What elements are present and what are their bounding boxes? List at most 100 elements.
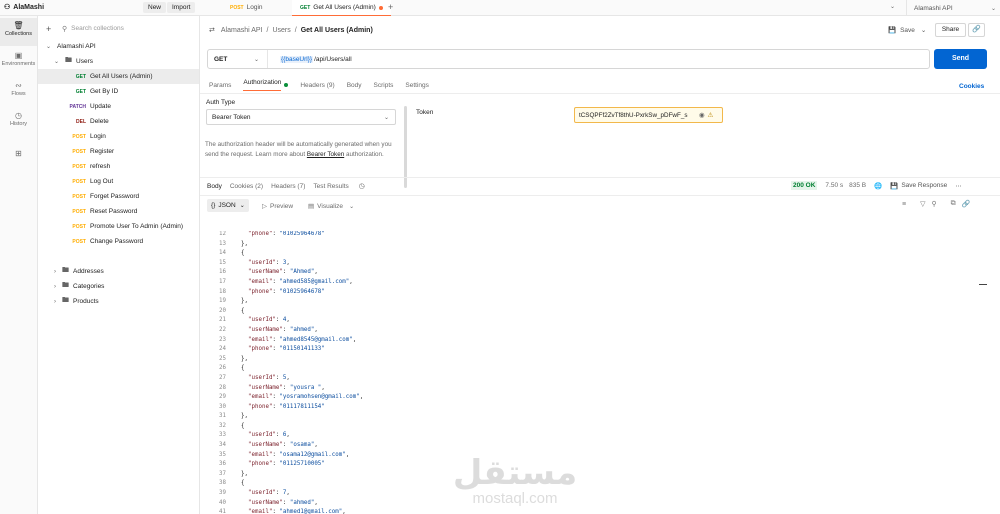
link-icon[interactable]: 🔗 bbox=[962, 200, 971, 208]
collection-alamashi-api[interactable]: ⌄ Alamashi API bbox=[38, 39, 199, 54]
history-icon[interactable]: ◷ bbox=[359, 182, 365, 190]
new-button[interactable]: New bbox=[143, 2, 167, 13]
request-item[interactable]: POST Register bbox=[38, 144, 199, 159]
preview-button[interactable]: ▷ Preview bbox=[262, 202, 293, 211]
bearer-token-link[interactable]: Bearer Token bbox=[307, 151, 344, 158]
code-token: , bbox=[314, 326, 318, 333]
request-label: Get All Users (Admin) bbox=[90, 73, 153, 80]
copy-icon[interactable]: ⧉ bbox=[951, 200, 956, 208]
tabs-dropdown-chevron-icon[interactable]: ⌄ bbox=[890, 3, 895, 10]
breadcrumb-collection[interactable]: Alamashi API bbox=[221, 27, 263, 34]
tab-params[interactable]: Params bbox=[209, 82, 231, 89]
share-button[interactable]: Share bbox=[935, 23, 966, 37]
tab-login[interactable]: POST Login bbox=[222, 0, 271, 16]
rail-history[interactable]: ◷ History bbox=[0, 108, 37, 136]
response-time[interactable]: 7.50 s bbox=[825, 182, 843, 189]
save-button[interactable]: 💾 Save ⌄ bbox=[888, 26, 926, 35]
response-tools: ≡ ▽ ⚲ ⧉ 🔗 bbox=[902, 200, 970, 208]
code-token: }, bbox=[241, 355, 248, 362]
more-icon[interactable]: ⋯ bbox=[955, 182, 962, 190]
environment-label: Alamashi API bbox=[914, 4, 953, 12]
request-item[interactable]: POST refresh bbox=[38, 159, 199, 174]
filter-icon[interactable]: ▽ bbox=[920, 200, 925, 208]
tab-get-all-users[interactable]: GET Get All Users (Admin) bbox=[292, 0, 391, 16]
method-label: GET bbox=[214, 55, 228, 63]
workspace-switcher[interactable]: ⚇ AlaMashi bbox=[4, 3, 44, 12]
request-item[interactable]: POST Change Password bbox=[38, 234, 199, 249]
new-tab-plus-icon[interactable]: + bbox=[388, 2, 393, 12]
scrollbar[interactable] bbox=[404, 106, 407, 188]
import-button[interactable]: Import bbox=[167, 2, 196, 13]
save-response-button[interactable]: 💾 Save Response bbox=[890, 182, 947, 190]
request-item[interactable]: POST Log Out bbox=[38, 174, 199, 189]
line-number: 33 bbox=[219, 432, 226, 439]
folder-products[interactable]: › 🖿 Products bbox=[38, 294, 199, 309]
folder-icon: 🖿 bbox=[62, 297, 69, 304]
rail-flows[interactable]: ∾ Flows bbox=[0, 78, 37, 106]
request-label: Change Password bbox=[90, 238, 144, 245]
globe-icon: 🌐 bbox=[874, 182, 883, 190]
code-token: "yousra " bbox=[289, 384, 322, 391]
code-token: "phone" bbox=[248, 288, 273, 295]
save-label: Save bbox=[900, 26, 915, 34]
request-item[interactable]: PATCH Update bbox=[38, 99, 199, 114]
rail-collections[interactable]: 🗑 Collections bbox=[0, 18, 37, 46]
history-icon: ◷ bbox=[15, 111, 22, 120]
add-collection-button[interactable]: + bbox=[46, 24, 51, 34]
url-input[interactable]: {{baseUrl}} /api/Users/all bbox=[268, 55, 352, 63]
breadcrumb-sep: / bbox=[266, 26, 269, 34]
line-number: 39 bbox=[219, 490, 226, 497]
line-number: 29 bbox=[219, 394, 226, 401]
folder-addresses[interactable]: › 🖿 Addresses bbox=[38, 264, 199, 279]
search-icon[interactable]: ⚲ bbox=[931, 200, 936, 208]
breadcrumb-folder[interactable]: Users bbox=[272, 27, 290, 34]
visualize-button[interactable]: ▤ Visualize ⌄ bbox=[308, 202, 354, 211]
rail-environments[interactable]: ▣ Environments bbox=[0, 48, 37, 76]
link-icon[interactable]: 🔗 bbox=[968, 23, 985, 37]
scroll-indicator[interactable] bbox=[979, 284, 987, 285]
resp-tab-tests[interactable]: Test Results bbox=[313, 183, 348, 190]
status-badge[interactable]: 200 OK bbox=[791, 181, 818, 190]
request-item[interactable]: POST Promote User To Admin (Admin) bbox=[38, 219, 199, 234]
eye-icon[interactable]: ◉ bbox=[699, 112, 705, 119]
environment-selector[interactable]: Alamashi API ⌄ bbox=[906, 0, 1000, 16]
resp-tab-headers[interactable]: Headers (7) bbox=[271, 183, 305, 190]
request-item[interactable]: GET Get All Users (Admin) bbox=[38, 69, 199, 84]
folder-icon: 🖿 bbox=[65, 57, 73, 64]
search-input[interactable]: Search collections bbox=[71, 25, 124, 32]
folder-categories[interactable]: › 🖿 Categories bbox=[38, 279, 199, 294]
line-number: 24 bbox=[219, 346, 226, 353]
tab-authorization[interactable]: Authorization bbox=[243, 79, 282, 91]
request-item[interactable]: DEL Delete bbox=[38, 114, 199, 129]
tab-settings[interactable]: Settings bbox=[405, 82, 429, 89]
rail-apps[interactable]: ⊞ bbox=[0, 146, 37, 174]
resp-tab-cookies[interactable]: Cookies (2) bbox=[230, 183, 263, 190]
response-size[interactable]: 835 B bbox=[849, 182, 866, 189]
send-button[interactable]: Send bbox=[934, 49, 987, 69]
line-number: 20 bbox=[219, 307, 226, 314]
request-item[interactable]: POST Reset Password bbox=[38, 204, 199, 219]
request-item[interactable]: POST Login bbox=[38, 129, 199, 144]
format-select[interactable]: {} JSON ⌄ bbox=[207, 199, 249, 212]
auth-type-select[interactable]: Bearer Token ⌄ bbox=[206, 109, 396, 125]
code-token: "ahmed" bbox=[289, 326, 315, 333]
request-item[interactable]: POST Forget Password bbox=[38, 189, 199, 204]
search-collections[interactable]: ⚲ Search collections bbox=[62, 22, 194, 35]
wrap-icon[interactable]: ≡ bbox=[902, 201, 906, 208]
request-method: POST bbox=[72, 178, 86, 185]
tab-headers[interactable]: Headers (9) bbox=[300, 82, 334, 89]
response-meta: 200 OK 7.50 s 835 B 🌐 💾 Save Response ⋯ bbox=[791, 181, 962, 190]
tab-scripts[interactable]: Scripts bbox=[374, 82, 394, 89]
tab-body[interactable]: Body bbox=[347, 82, 362, 89]
resp-tab-body[interactable]: Body bbox=[207, 183, 222, 190]
cookies-link[interactable]: Cookies bbox=[959, 83, 984, 90]
line-number: 35 bbox=[219, 451, 226, 458]
request-item[interactable]: GET Get By ID bbox=[38, 84, 199, 99]
method-select[interactable]: GET ⌄ bbox=[208, 50, 268, 68]
folder-users[interactable]: ⌄ 🖿 Users bbox=[38, 54, 199, 69]
line-number: 38 bbox=[219, 480, 226, 487]
code-line: 21 "userId": 4, bbox=[200, 317, 980, 327]
token-input[interactable]: tCSQPFf2ZvTf8thU-PxrkSw_pDFwF_s ◉ ⚠ bbox=[574, 107, 723, 123]
folder-label: Addresses bbox=[73, 268, 104, 275]
code-token: : bbox=[282, 384, 290, 391]
